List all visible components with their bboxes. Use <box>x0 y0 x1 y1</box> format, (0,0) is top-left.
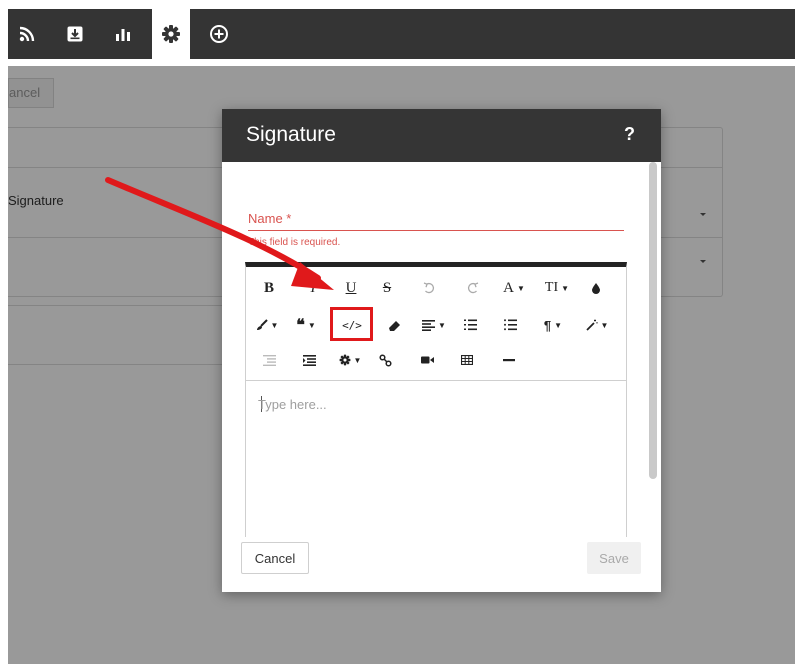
bold-button[interactable]: B <box>258 273 280 303</box>
droplet-icon <box>592 283 600 294</box>
save-button[interactable]: Save <box>587 542 641 574</box>
italic-button[interactable]: I <box>302 273 324 303</box>
download-button[interactable] <box>56 9 94 59</box>
align-left-icon <box>422 319 436 331</box>
caret-down-icon: ▼ <box>561 283 570 293</box>
ordered-list-button[interactable] <box>458 310 482 340</box>
caret-down-icon: ▼ <box>516 283 525 293</box>
magic-wand-icon <box>585 319 598 331</box>
cancel-button[interactable]: Cancel <box>241 542 309 574</box>
undo-icon <box>423 282 435 294</box>
outdent-icon <box>262 354 276 366</box>
editor-content[interactable]: Type here... <box>258 397 327 412</box>
rss-button[interactable] <box>8 9 46 59</box>
rich-text-editor: B I U S A ▼ TI ▼ ▼ ❝ ▼ </> ▼ ¶ ▼ ▼ ▼ Typ… <box>245 262 627 537</box>
paragraph-button[interactable]: ¶ ▼ <box>538 310 568 340</box>
editor-divider <box>246 380 626 381</box>
rss-icon <box>19 26 35 42</box>
text-size-button[interactable]: TI ▼ <box>540 273 574 303</box>
editor-toolbar-row: ▼ ❝ ▼ </> ▼ ¶ ▼ ▼ <box>246 310 628 340</box>
unordered-list-icon <box>503 319 517 331</box>
style-button[interactable]: ▼ <box>582 310 612 340</box>
name-error-message: This field is required. <box>248 237 341 248</box>
text-size-label: TI <box>544 280 559 295</box>
bar-chart-icon <box>116 29 130 41</box>
dialog-title: Signature <box>246 123 336 146</box>
indent-button[interactable] <box>298 345 320 375</box>
dialog-body: Name * This field is required. B I U S A… <box>222 162 661 537</box>
eraser-icon <box>388 320 400 331</box>
caret-down-icon: ▼ <box>270 320 279 330</box>
dialog-footer: Cancel Save <box>222 537 661 592</box>
name-field-label: Name * <box>248 211 292 226</box>
font-color-button[interactable]: A ▼ <box>500 273 528 303</box>
top-toolbar <box>0 0 795 66</box>
more-settings-button[interactable]: ▼ <box>334 345 366 375</box>
caret-down-icon: ▼ <box>353 355 362 365</box>
paragraph-icon: ¶ <box>543 317 552 333</box>
strikethrough-button[interactable]: S <box>376 273 398 303</box>
brush-button[interactable]: ▼ <box>252 310 282 340</box>
stats-button[interactable] <box>104 9 142 59</box>
name-field-underline[interactable] <box>248 230 624 231</box>
link-button[interactable] <box>374 345 396 375</box>
brush-icon <box>256 319 268 330</box>
editor-toolbar-row: B I U S A ▼ TI ▼ <box>246 273 628 303</box>
font-color-label: A <box>503 279 514 296</box>
gear-icon <box>339 354 350 366</box>
ordered-list-icon <box>463 319 477 331</box>
caret-down-icon: ▼ <box>307 320 316 330</box>
plus-circle-icon <box>210 25 228 43</box>
dialog-header: Signature ? <box>222 109 661 162</box>
video-button[interactable] <box>416 345 438 375</box>
table-button[interactable] <box>456 345 478 375</box>
eraser-button[interactable] <box>382 310 406 340</box>
quote-icon: ❝ <box>296 317 305 334</box>
gear-icon <box>162 25 180 43</box>
caret-down-icon: ▼ <box>554 320 563 330</box>
blockquote-button[interactable]: ❝ ▼ <box>290 310 322 340</box>
scrollbar[interactable] <box>649 162 657 479</box>
editor-toolbar-row: ▼ <box>246 345 628 375</box>
annotation-highlight-box <box>330 307 373 341</box>
download-box-icon <box>67 26 83 42</box>
horizontal-rule-button[interactable] <box>498 345 520 375</box>
indent-icon <box>302 354 316 366</box>
outdent-button[interactable] <box>258 345 280 375</box>
caret-down-icon: ▼ <box>438 320 446 330</box>
highlight-color-button[interactable] <box>586 273 606 303</box>
signature-dialog: Signature ? Name * This field is require… <box>222 109 661 592</box>
redo-icon <box>467 282 479 294</box>
align-button[interactable]: ▼ <box>418 310 450 340</box>
link-icon <box>378 353 392 367</box>
help-button[interactable]: ? <box>624 124 635 145</box>
redo-button[interactable] <box>462 273 484 303</box>
add-button[interactable] <box>200 9 238 59</box>
settings-button[interactable] <box>152 9 190 59</box>
video-icon <box>420 356 434 364</box>
unordered-list-button[interactable] <box>498 310 522 340</box>
horizontal-rule-icon <box>503 359 515 362</box>
table-icon <box>461 355 473 365</box>
caret-down-icon: ▼ <box>600 320 609 330</box>
undo-button[interactable] <box>418 273 440 303</box>
underline-button[interactable]: U <box>340 273 362 303</box>
